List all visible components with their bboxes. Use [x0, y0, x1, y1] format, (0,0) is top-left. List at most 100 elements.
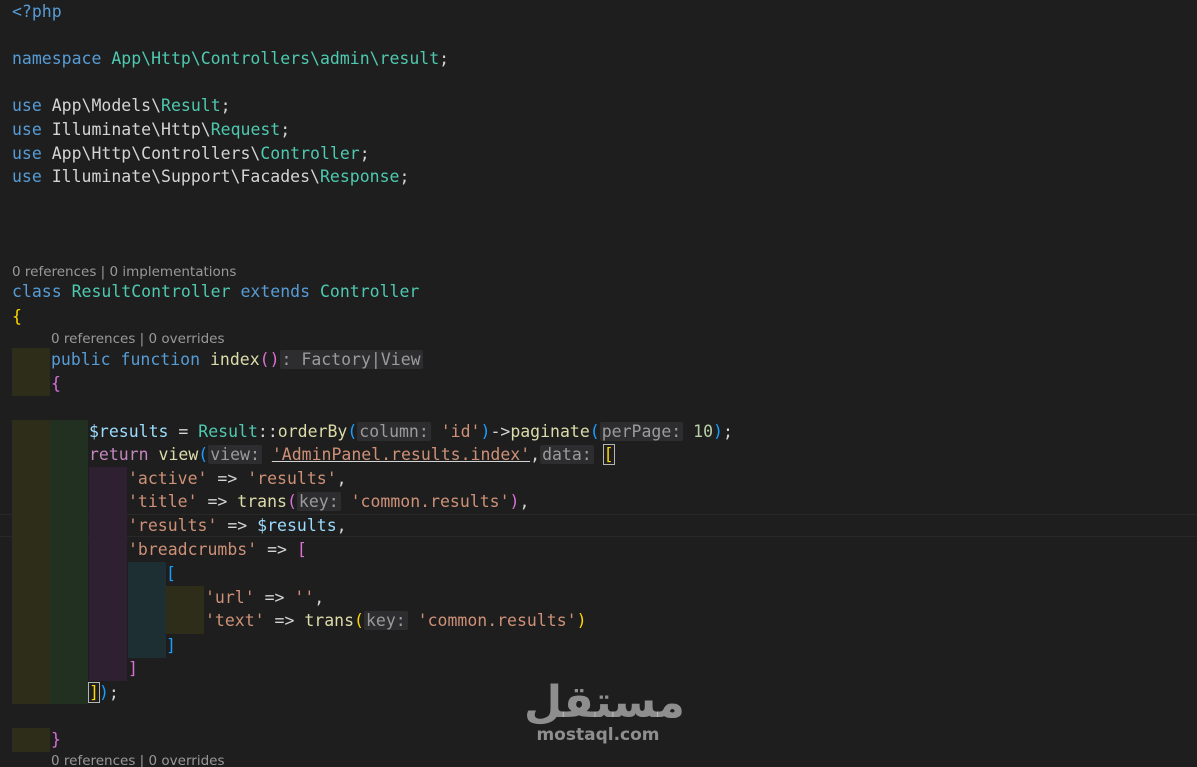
code-line[interactable]: <?php [12, 0, 62, 23]
semicolon: ; [220, 96, 231, 115]
string-results-key: 'results' [128, 516, 218, 535]
code-line[interactable]: [ [166, 562, 176, 585]
method-codelens: 0 references | 0 overrides [51, 752, 224, 767]
string-title: 'title' [128, 492, 198, 511]
code-line[interactable]: $results = Result::orderBy(column: 'id')… [89, 420, 733, 443]
codelens-separator: | [135, 331, 149, 347]
overrides-link[interactable]: 0 overrides [149, 331, 225, 347]
method-codelens: 0 references | 0 overrides [51, 330, 224, 348]
paginate-call: paginate [510, 422, 590, 441]
class-name: ResultController [71, 282, 231, 301]
code-line[interactable]: 'active' => 'results', [128, 467, 347, 490]
php-open-tag: <?php [12, 2, 62, 21]
code-line[interactable]: 'breadcrumbs' => [ [128, 538, 307, 561]
use-keyword: use [12, 120, 42, 139]
method-close-brace: } [51, 730, 61, 749]
semicolon: ; [108, 683, 119, 702]
item-open-bracket: [ [166, 564, 176, 583]
string-common-results: 'common.results' [417, 611, 577, 630]
class-keyword: class [12, 282, 62, 301]
indent-guide [12, 420, 50, 704]
code-line[interactable]: ]); [88, 681, 119, 704]
semicolon: ; [722, 422, 733, 441]
use-namespace: App\Models\ [51, 96, 162, 115]
namespace-keyword: namespace [12, 49, 102, 68]
references-link[interactable]: 0 references [51, 331, 135, 347]
orderby-call: orderBy [277, 422, 348, 441]
fat-arrow: => [207, 469, 248, 488]
fat-arrow: => [197, 492, 238, 511]
code-line[interactable]: use Illuminate\Support\Facades\Response; [12, 165, 409, 188]
watermark-url: mostaql.com [536, 725, 660, 745]
code-line[interactable]: 'results' => $results, [128, 514, 347, 537]
code-line[interactable]: class ResultController extends Controlle… [12, 280, 419, 303]
code-line[interactable]: use App\Models\Result; [12, 94, 231, 117]
comma: , [314, 588, 325, 607]
method-parens: () [259, 350, 280, 369]
string-empty: '' [294, 588, 315, 607]
array-close-bracket: ] [88, 682, 100, 703]
use-namespace: Illuminate\Http\ [51, 120, 211, 139]
code-line[interactable]: return view(view: 'AdminPanel.results.in… [89, 443, 615, 466]
namespace-path: App\Http\Controllers\admin\result [111, 49, 440, 68]
trans-call: trans [304, 611, 355, 630]
semicolon: ; [439, 49, 450, 68]
method-name: index [209, 350, 260, 369]
rparen: ) [480, 422, 491, 441]
semicolon: ; [399, 167, 410, 186]
code-line[interactable]: 'url' => '', [205, 586, 324, 609]
comma: , [530, 445, 541, 464]
results-variable: $results [89, 422, 169, 441]
parent-class: Controller [319, 282, 420, 301]
semicolon: ; [280, 120, 291, 139]
code-line[interactable]: 'title' => trans(key: 'common.results'), [128, 490, 529, 513]
breadcrumbs-close-bracket: ] [128, 659, 138, 678]
code-line[interactable]: use App\Http\Controllers\Controller; [12, 142, 370, 165]
method-open-brace: { [51, 374, 61, 393]
code-line[interactable]: { [51, 372, 61, 395]
use-keyword: use [12, 96, 42, 115]
lparen: ( [589, 422, 600, 441]
arrow-operator: -> [490, 422, 511, 441]
fat-arrow: => [264, 611, 305, 630]
code-line[interactable]: { [12, 305, 22, 328]
implementations-link[interactable]: 0 implementations [110, 264, 237, 280]
string-view-name[interactable]: 'AdminPanel.results.index' [272, 445, 530, 464]
references-link[interactable]: 0 references [51, 753, 135, 767]
references-link[interactable]: 0 references [12, 264, 96, 280]
indent-guide [50, 420, 88, 704]
trans-call: trans [237, 492, 287, 511]
class-codelens: 0 references | 0 implementations [12, 263, 236, 281]
scope-operator: :: [257, 422, 278, 441]
code-line[interactable]: 'text' => trans(key: 'common.results') [205, 609, 587, 632]
param-hint-data: data: [540, 445, 594, 464]
use-keyword: use [12, 144, 42, 163]
overrides-link[interactable]: 0 overrides [149, 753, 225, 767]
code-line[interactable]: } [51, 728, 61, 751]
use-keyword: use [12, 167, 42, 186]
class-open-brace: { [12, 307, 22, 326]
string-results: 'results' [247, 469, 337, 488]
string-url: 'url' [205, 588, 255, 607]
code-line[interactable]: ] [128, 657, 138, 680]
watermark-arabic-logo: مستقل [524, 677, 685, 728]
string-active: 'active' [128, 469, 208, 488]
use-class: Request [210, 120, 281, 139]
indent-guide [166, 586, 204, 634]
breadcrumbs-open-bracket: [ [296, 540, 307, 559]
string-common-results: 'common.results' [350, 492, 510, 511]
code-line[interactable]: use Illuminate\Http\Request; [12, 118, 290, 141]
code-line[interactable]: namespace App\Http\Controllers\admin\res… [12, 47, 449, 70]
use-namespace: App\Http\Controllers\ [51, 144, 261, 163]
code-line[interactable]: public function index(): Factory|View [51, 348, 423, 371]
code-editor[interactable]: <?php namespace App\Http\Controllers\adm… [0, 0, 1197, 767]
use-class: Result [161, 96, 221, 115]
codelens-separator: | [135, 753, 149, 767]
indent-guide [12, 728, 50, 752]
param-hint-key: key: [363, 611, 408, 630]
use-class: Controller [260, 144, 360, 163]
code-line[interactable]: ] [166, 634, 176, 657]
return-type-hint: : Factory|View [279, 350, 423, 369]
use-class: Response [319, 167, 400, 186]
assign-operator: = [168, 422, 199, 441]
